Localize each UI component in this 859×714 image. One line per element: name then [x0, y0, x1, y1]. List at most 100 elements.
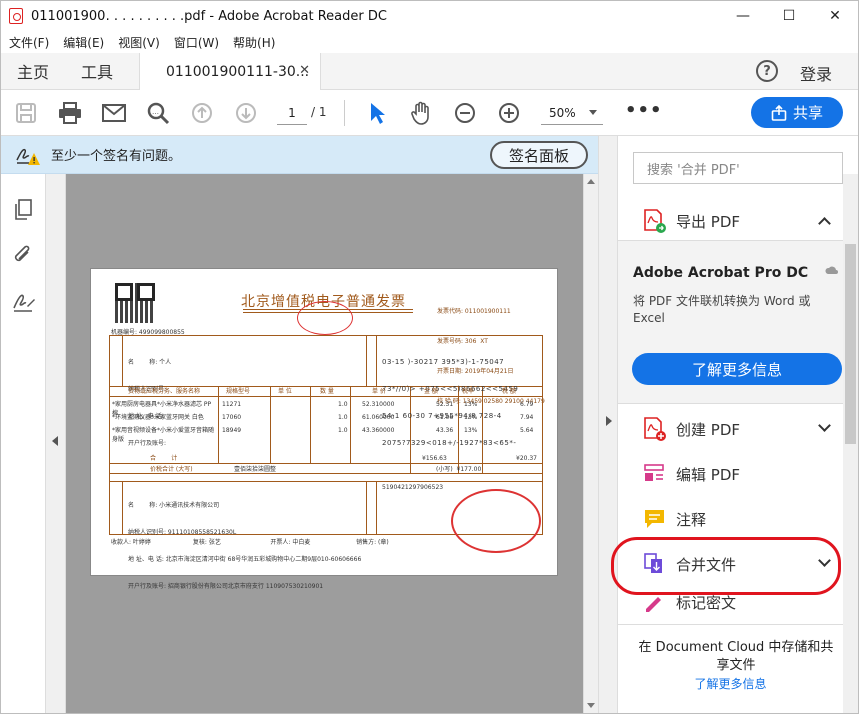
- total-small: (小写) ¥177.00: [436, 466, 482, 473]
- save-icon[interactable]: [13, 100, 39, 126]
- chevron-down-icon: [589, 110, 597, 115]
- menu-window[interactable]: 窗口(W): [174, 34, 219, 51]
- zoom-select[interactable]: 50%: [541, 101, 603, 125]
- help-icon[interactable]: ?: [756, 60, 778, 82]
- tax-seal-stamp: [297, 301, 353, 335]
- item-amount: 43.36: [436, 427, 454, 434]
- item-price: 52.310000: [362, 401, 395, 408]
- find-icon[interactable]: …: [145, 100, 171, 126]
- tools-search-input[interactable]: 搜索 '合并 PDF': [633, 152, 843, 184]
- item-amount: 61.06: [436, 414, 454, 421]
- tools-pane-scrollbar[interactable]: [843, 174, 858, 713]
- item-spec: 11271: [222, 401, 242, 408]
- tool-comment-label: 注释: [676, 510, 707, 529]
- create-pdf-icon: [642, 416, 668, 442]
- menu-help[interactable]: 帮助(H): [233, 34, 275, 51]
- scroll-up-icon[interactable]: [587, 179, 595, 184]
- item-rate: 13%: [464, 414, 478, 421]
- signature-notice-text: 至少一个签名有问题。: [51, 149, 182, 164]
- comment-icon: [642, 506, 668, 532]
- prev-page-icon[interactable]: [189, 100, 215, 126]
- page-thumbnails-icon[interactable]: [12, 198, 36, 222]
- item-price: 43.360000: [362, 427, 395, 434]
- tool-edit-pdf[interactable]: 编辑 PDF: [618, 452, 843, 496]
- window-title: 011001900․ . . . . . . . . .pdf - Adobe …: [31, 8, 387, 24]
- email-icon[interactable]: [101, 100, 127, 126]
- item-spec: 17060: [222, 414, 242, 421]
- subtotal-tax: ¥20.37: [516, 455, 537, 462]
- left-navigation-rail: [1, 174, 46, 713]
- tab-tools[interactable]: 工具: [63, 59, 127, 83]
- document-view[interactable]: 机器编号: 499099800855 北京增值税电子普通发票 发票代码: 011…: [66, 174, 598, 713]
- tab-home[interactable]: 主页: [1, 59, 63, 83]
- invoice-footer: 收款人: 叶婷婷 复核: 张艺 开票人: 中白麦 销售方: (章): [111, 539, 389, 546]
- signatures-icon[interactable]: [12, 290, 36, 314]
- menu-view[interactable]: 视图(V): [118, 34, 160, 51]
- left-panel-toggle[interactable]: [46, 174, 66, 713]
- remark-code: 5190421297906523: [382, 484, 444, 491]
- item-name: *环境监测仪器*米家蓝牙网关 白色: [112, 414, 204, 421]
- tools-pane: 搜索 '合并 PDF' 导出 PDF Adobe Acrobat Pro DC …: [618, 136, 858, 713]
- page-number-input[interactable]: 1: [277, 101, 307, 125]
- invoice-code: 发票代码: 011001900111: [437, 308, 511, 315]
- item-name: *家用音视频设备*小米小爱蓝牙音箱随身版: [112, 427, 215, 443]
- item-tax: 6.79: [520, 401, 534, 408]
- item-rate: 13%: [464, 401, 478, 408]
- zoom-value: 50%: [549, 105, 576, 120]
- menu-file[interactable]: 文件(F): [9, 34, 49, 51]
- item-qty: 1.0: [338, 401, 348, 408]
- export-pdf-icon: [642, 208, 668, 234]
- edit-pdf-icon: [642, 461, 668, 487]
- item-amount: 52.31: [436, 401, 454, 408]
- close-button[interactable]: ✕: [812, 1, 858, 31]
- zoom-in-icon[interactable]: [496, 100, 522, 126]
- share-button[interactable]: 共享: [751, 97, 843, 128]
- zoom-out-icon[interactable]: [452, 100, 478, 126]
- maximize-button[interactable]: ☐: [766, 1, 812, 31]
- item-tax: 7.94: [520, 414, 534, 421]
- col-header: 金 额: [424, 388, 438, 395]
- col-header: 规格型号: [226, 388, 251, 395]
- signature-panel-button[interactable]: 签名面板: [490, 141, 588, 169]
- right-panel-toggle[interactable]: [598, 136, 618, 713]
- acrobat-window: 011001900․ . . . . . . . . .pdf - Adobe …: [0, 0, 859, 714]
- next-page-icon[interactable]: [233, 100, 259, 126]
- tab-row: 主页 工具 011001900111-30... ✕ ? 登录: [1, 53, 858, 90]
- title-bar: 011001900․ . . . . . . . . .pdf - Adobe …: [1, 1, 858, 31]
- col-header: 税率: [462, 388, 475, 395]
- promo-text: 将 PDF 文件联机转换为 Word 或 Excel: [633, 294, 811, 325]
- print-icon[interactable]: [57, 100, 83, 126]
- cipher-line: 73*//0)> +075<<5)86662<<5459: [382, 385, 519, 393]
- tool-export-pdf[interactable]: 导出 PDF: [618, 199, 843, 243]
- document-cloud-promo: 在 Document Cloud 中存储和共享文件 了解更多信息: [618, 624, 843, 713]
- share-label: 共享: [792, 104, 823, 122]
- item-price: 61.060000: [362, 414, 395, 421]
- chevron-right-icon: [606, 416, 612, 426]
- tab-close-icon[interactable]: ✕: [299, 63, 310, 78]
- cipher-line: 2075?7329<018+/-1927*83<65*-: [382, 439, 517, 447]
- chevron-down-icon: [818, 419, 831, 432]
- chevron-up-icon: [818, 217, 831, 230]
- menu-edit[interactable]: 编辑(E): [63, 34, 104, 51]
- cloud-learn-more-link[interactable]: 了解更多信息: [618, 675, 843, 692]
- hand-tool-icon[interactable]: [408, 100, 434, 126]
- scroll-down-icon[interactable]: [587, 703, 595, 708]
- cloud-settings-icon[interactable]: [825, 263, 839, 277]
- pro-promo-card: Adobe Acrobat Pro DC 将 PDF 文件联机转换为 Word …: [618, 240, 843, 404]
- select-cursor-icon[interactable]: [364, 100, 390, 126]
- promo-learn-more-button[interactable]: 了解更多信息: [632, 353, 842, 385]
- login-link[interactable]: 登录: [800, 61, 832, 85]
- col-header: 税 额: [502, 388, 516, 395]
- more-tools-icon[interactable]: •••: [625, 100, 663, 121]
- minimize-button[interactable]: —: [720, 1, 766, 31]
- item-rate: 13%: [464, 427, 478, 434]
- tool-edit-pdf-label: 编辑 PDF: [676, 465, 740, 484]
- seller-tax-id: 纳税人识别号: 91110108558521630L: [128, 529, 237, 536]
- attachment-icon[interactable]: [12, 244, 36, 268]
- tool-export-pdf-label: 导出 PDF: [676, 212, 740, 231]
- tool-create-pdf[interactable]: 创建 PDF: [618, 407, 843, 451]
- document-scrollbar[interactable]: [583, 174, 598, 713]
- scrollbar-thumb[interactable]: [845, 244, 856, 444]
- tab-document[interactable]: 011001900111-30... ✕: [139, 53, 321, 90]
- tool-comment[interactable]: 注释: [618, 497, 843, 541]
